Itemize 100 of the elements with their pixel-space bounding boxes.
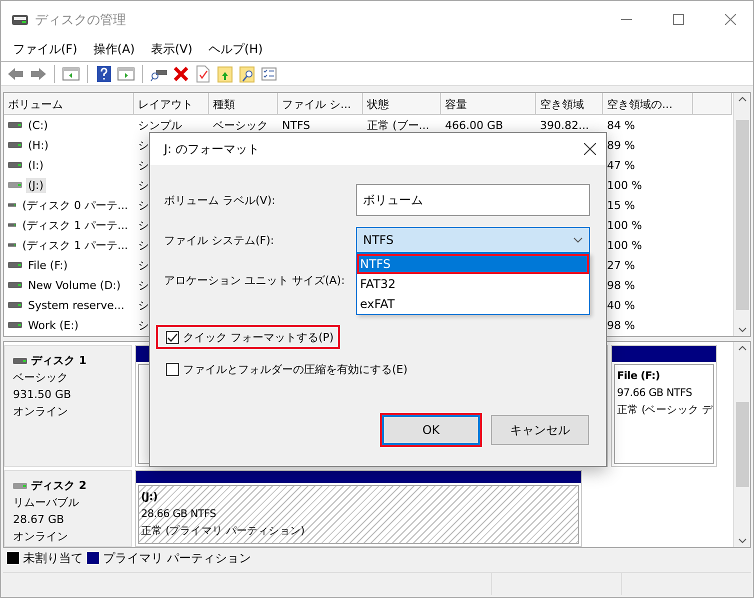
partition[interactable]: File (F:) 97.66 GB NTFS 正常 (ベーシック デ (611, 345, 717, 467)
drive-icon (8, 282, 22, 288)
table-cell: 466.00 GB (445, 118, 504, 132)
table-cell: シ (138, 318, 149, 332)
check-icon (167, 332, 178, 342)
dropdown-option[interactable]: exFAT (357, 294, 589, 314)
volume-name[interactable]: File (F:) (26, 258, 70, 272)
drive-icon (8, 222, 16, 228)
table-cell: シ (138, 298, 149, 312)
disk-status: オンライン (13, 404, 69, 420)
volume-name[interactable]: (H:) (26, 138, 51, 152)
table-cell: 正常 (ブー... (367, 118, 430, 132)
table-cell: 390.82... (540, 118, 589, 132)
table-cell: シンプル (138, 118, 182, 132)
drive-icon (13, 358, 27, 364)
disk-info-panel[interactable]: ディスク 1 ベーシック 931.50 GB オンライン (4, 345, 132, 467)
partition-info: 正常 (ベーシック デ (617, 403, 712, 418)
table-cell: 84 % (607, 118, 635, 132)
table-cell: 89 % (607, 138, 635, 152)
column-header[interactable]: 状態 (363, 93, 441, 115)
column-header[interactable]: 容量 (441, 93, 536, 115)
scroll-down-icon[interactable] (738, 538, 746, 544)
volume-name[interactable]: New Volume (D:) (26, 278, 123, 292)
table-cell: シ (138, 238, 149, 252)
table-cell: 100 % (607, 178, 642, 192)
menu-item[interactable]: 操作(A) (87, 41, 141, 58)
volume-name[interactable]: System reserve... (26, 298, 126, 312)
cancel-button[interactable]: キャンセル (491, 415, 589, 445)
volume-name[interactable]: (J:) (26, 178, 46, 192)
maximize-icon (672, 14, 684, 25)
table-cell: シ (138, 138, 149, 152)
table-cell: 100 % (607, 238, 642, 252)
column-header[interactable]: 種類 (209, 93, 278, 115)
close-icon (724, 14, 736, 25)
disk-size: 931.50 GB (13, 387, 72, 403)
volume-name[interactable]: (C:) (26, 118, 50, 132)
dropdown-option[interactable]: NTFS (357, 254, 589, 274)
table-cell: 100 % (607, 218, 642, 232)
scroll-up-icon[interactable] (738, 96, 746, 102)
panel-icon[interactable] (117, 64, 135, 82)
volume-label-field[interactable]: ボリューム (356, 184, 590, 216)
scrollbar[interactable] (733, 93, 750, 336)
ok-button[interactable]: OK (382, 415, 480, 445)
table-cell: シ (138, 178, 149, 192)
partition-info: 97.66 GB NTFS (617, 386, 692, 401)
scroll-up-icon[interactable] (738, 345, 746, 351)
delete-icon[interactable] (172, 64, 190, 82)
checkbox-label[interactable]: ファイルとフォルダーの圧縮を有効にする(E) (183, 362, 408, 376)
column-header[interactable]: 空き領域 (536, 93, 603, 115)
panel-icon[interactable] (62, 64, 80, 82)
disk-type: ベーシック (13, 370, 69, 386)
menu-item[interactable]: ファイル(F) (7, 41, 84, 58)
window-title: ディスクの管理 (35, 12, 127, 28)
drive-icon (8, 162, 22, 168)
drive-icon (8, 302, 22, 308)
table-cell: NTFS (282, 118, 310, 132)
checkbox[interactable] (166, 362, 179, 376)
partition-info: 28.66 GB NTFS (141, 507, 216, 522)
partition[interactable]: (J:) 28.66 GB NTFS 正常 (プライマリ パーティション) (135, 470, 582, 547)
disk-name: ディスク 2 (31, 478, 86, 494)
partition-name: File (F:) (617, 369, 660, 384)
drive-icon (8, 182, 22, 188)
legend-label: プライマリ パーティション (103, 550, 251, 566)
checklist-icon[interactable] (260, 64, 278, 82)
file-system-dropdown[interactable]: NTFS (356, 227, 590, 253)
help-icon[interactable] (95, 64, 113, 82)
disk-status: オンライン (13, 529, 69, 545)
menu-item[interactable]: ヘルプ(H) (202, 41, 269, 58)
volume-name[interactable]: (ディスク 1 パーテ... (20, 216, 130, 234)
drive-icon (13, 482, 27, 488)
dropdown-option[interactable]: FAT32 (357, 274, 589, 294)
scrollbar[interactable] (733, 342, 750, 547)
close-icon[interactable] (584, 143, 596, 155)
table-cell: シ (138, 198, 149, 212)
column-header[interactable]: 空き領域の... (603, 93, 693, 115)
disk-size: 28.67 GB (13, 512, 66, 528)
checkbox[interactable] (166, 330, 179, 344)
column-header[interactable]: ボリューム (4, 93, 134, 115)
partition-name: (J:) (141, 490, 158, 505)
volume-name[interactable]: (I:) (26, 158, 46, 172)
field-label: ボリューム ラベル(V): (164, 192, 276, 208)
column-header[interactable]: レイアウト (134, 93, 209, 115)
field-label: アロケーション ユニット サイズ(A): (164, 272, 345, 288)
field-label: ファイル システム(F): (164, 232, 274, 248)
scroll-down-icon[interactable] (738, 327, 746, 333)
volume-name[interactable]: (ディスク 0 パーテ... (20, 196, 130, 214)
menu-item[interactable]: 表示(V) (144, 41, 198, 58)
folder-up-icon[interactable] (216, 64, 234, 82)
column-header[interactable]: ファイル シ... (278, 93, 363, 115)
table-cell: 47 % (607, 158, 635, 172)
legend-label: 未割り当て (23, 550, 83, 566)
table-cell: シ (138, 218, 149, 232)
table-cell: 15 % (607, 198, 635, 212)
volume-name[interactable]: Work (E:) (26, 318, 81, 332)
volume-name[interactable]: (ディスク 1 パーテ... (20, 236, 130, 254)
table-cell: 98 % (607, 278, 635, 292)
properties-icon[interactable] (194, 64, 212, 82)
disk-info-panel[interactable]: ディスク 2 リムーバブル 28.67 GB オンライン (4, 470, 132, 547)
drive-icon (8, 202, 16, 208)
folder-search-icon[interactable] (238, 64, 256, 82)
